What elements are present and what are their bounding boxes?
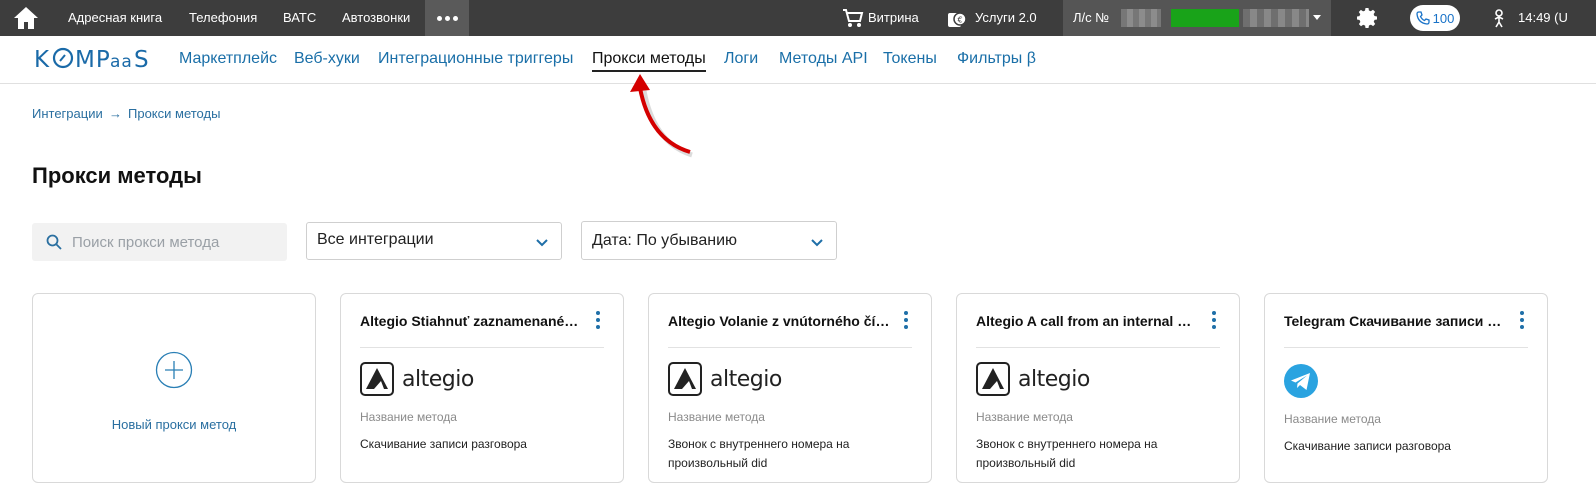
search-icon: [46, 234, 62, 250]
chevron-down-icon: [1313, 15, 1321, 20]
altegio-logo: altegio: [360, 362, 474, 396]
topnav-vats[interactable]: ВАТС: [283, 0, 316, 36]
kebab-menu-icon[interactable]: [1211, 311, 1217, 329]
proxy-method-card[interactable]: Altegio Stiahnuť zaznamenané hovory alte…: [340, 293, 624, 483]
method-name-value: Звонок с внутреннего номера на произволь…: [668, 437, 850, 470]
kebab-menu-icon[interactable]: [595, 311, 601, 329]
breadcrumb-integrations[interactable]: Интеграции: [32, 106, 103, 121]
card-title: Altegio Volanie z vnútorného čísla: [668, 313, 890, 329]
topnav-autocalls[interactable]: Автозвонки: [342, 0, 410, 36]
home-icon[interactable]: [12, 5, 40, 31]
sort-value: Дата: По убыванию: [592, 232, 737, 249]
card-title: Altegio A call from an internal number: [976, 313, 1198, 329]
new-proxy-method-label: Новый прокси метод: [111, 417, 237, 432]
search-box: [32, 223, 287, 261]
divider: [360, 347, 604, 348]
search-input[interactable]: [72, 223, 277, 261]
tab-tokens[interactable]: Токены: [883, 50, 937, 68]
method-name-label: Название метода: [360, 410, 457, 424]
card-title: Telegram Скачивание записи разговора: [1284, 313, 1506, 329]
svg-text:K: K: [34, 47, 50, 73]
proxy-method-card[interactable]: Altegio A call from an internal number a…: [956, 293, 1240, 483]
method-name-value: Звонок с внутреннего номера на произволь…: [976, 437, 1158, 470]
plus-circle-icon: [155, 351, 193, 389]
redacted-block: [1121, 9, 1161, 27]
showcase-link[interactable]: Витрина: [868, 0, 919, 36]
sort-select[interactable]: Дата: По убыванию: [581, 221, 837, 260]
page-title: Прокси методы: [32, 163, 202, 188]
services-link[interactable]: Услуги 2.0: [975, 0, 1037, 36]
calls-count: 100: [1432, 10, 1455, 26]
kebab-menu-icon[interactable]: [903, 311, 909, 329]
kebab-menu-icon[interactable]: [1519, 311, 1525, 329]
tab-logs[interactable]: Логи: [724, 50, 758, 68]
brand-name: altegio: [710, 366, 782, 392]
altegio-icon: [360, 362, 394, 396]
card-title: Altegio Stiahnuť zaznamenané hovory: [360, 313, 582, 329]
logo-graphic: K MP aa S: [34, 47, 150, 73]
method-name-value: Скачивание записи разговора: [1284, 439, 1451, 453]
redacted-block: [1171, 9, 1239, 27]
redacted-block: [1243, 9, 1309, 27]
calls-counter[interactable]: 100: [1410, 5, 1460, 31]
integrations-nav: K MP aa S Маркетплейс Веб-хуки Интеграци…: [0, 36, 1596, 84]
arrow-right-icon: →: [109, 106, 122, 121]
proxy-method-card[interactable]: Altegio Volanie z vnútorného čísla alteg…: [648, 293, 932, 483]
method-name-label: Название метода: [976, 410, 1073, 424]
tab-proxy-methods[interactable]: Прокси методы: [592, 50, 706, 72]
svg-text:€: €: [957, 16, 962, 25]
telegram-icon: [1284, 364, 1318, 398]
integration-filter-select[interactable]: Все интеграции: [306, 222, 562, 260]
more-menu-button[interactable]: [425, 0, 469, 36]
svg-text:MP: MP: [75, 47, 111, 73]
method-name-value: Скачивание записи разговора: [360, 437, 527, 451]
altegio-logo: altegio: [976, 362, 1090, 396]
kompaas-logo[interactable]: K MP aa S: [34, 44, 158, 80]
user-status-icon[interactable]: [1489, 8, 1509, 28]
tab-webhooks[interactable]: Веб-хуки: [294, 50, 360, 68]
brand-name: altegio: [402, 366, 474, 392]
divider: [668, 347, 912, 348]
annotation-arrow-icon: [630, 74, 693, 158]
gear-icon[interactable]: [1356, 6, 1380, 30]
account-label: Л/с №: [1073, 10, 1110, 25]
phone-icon: [1415, 11, 1430, 25]
new-proxy-method-card[interactable]: Новый прокси метод: [32, 293, 316, 483]
tab-marketplace[interactable]: Маркетплейс: [179, 50, 277, 68]
chevron-down-icon: [536, 239, 548, 247]
divider: [976, 347, 1220, 348]
altegio-icon: [668, 362, 702, 396]
svg-text:aa: aa: [110, 52, 133, 72]
account-selector[interactable]: Л/с №: [1063, 0, 1331, 36]
services-icon[interactable]: €: [946, 7, 968, 29]
breadcrumb-current: Прокси методы: [128, 106, 221, 121]
tab-integration-triggers[interactable]: Интеграционные триггеры: [378, 50, 573, 68]
divider: [1284, 347, 1528, 348]
method-name-label: Название метода: [1284, 412, 1381, 426]
telegram-logo: [1284, 364, 1318, 398]
cart-icon[interactable]: [842, 7, 864, 29]
clock: 14:49 (U: [1518, 10, 1568, 25]
top-bar: Адресная книга Телефония ВАТС Автозвонки…: [0, 0, 1596, 36]
integration-filter-value: Все интеграции: [317, 231, 434, 248]
svg-text:S: S: [134, 47, 150, 73]
tab-filters[interactable]: Фильтры β: [957, 50, 1036, 68]
altegio-logo: altegio: [668, 362, 782, 396]
brand-name: altegio: [1018, 366, 1090, 392]
tab-api-methods[interactable]: Методы API: [779, 50, 868, 68]
chevron-down-icon: [811, 239, 823, 247]
method-name-label: Название метода: [668, 410, 765, 424]
topnav-telephony[interactable]: Телефония: [189, 0, 257, 36]
topnav-address-book[interactable]: Адресная книга: [68, 0, 162, 36]
proxy-method-card[interactable]: Telegram Скачивание записи разговора Наз…: [1264, 293, 1548, 483]
altegio-icon: [976, 362, 1010, 396]
